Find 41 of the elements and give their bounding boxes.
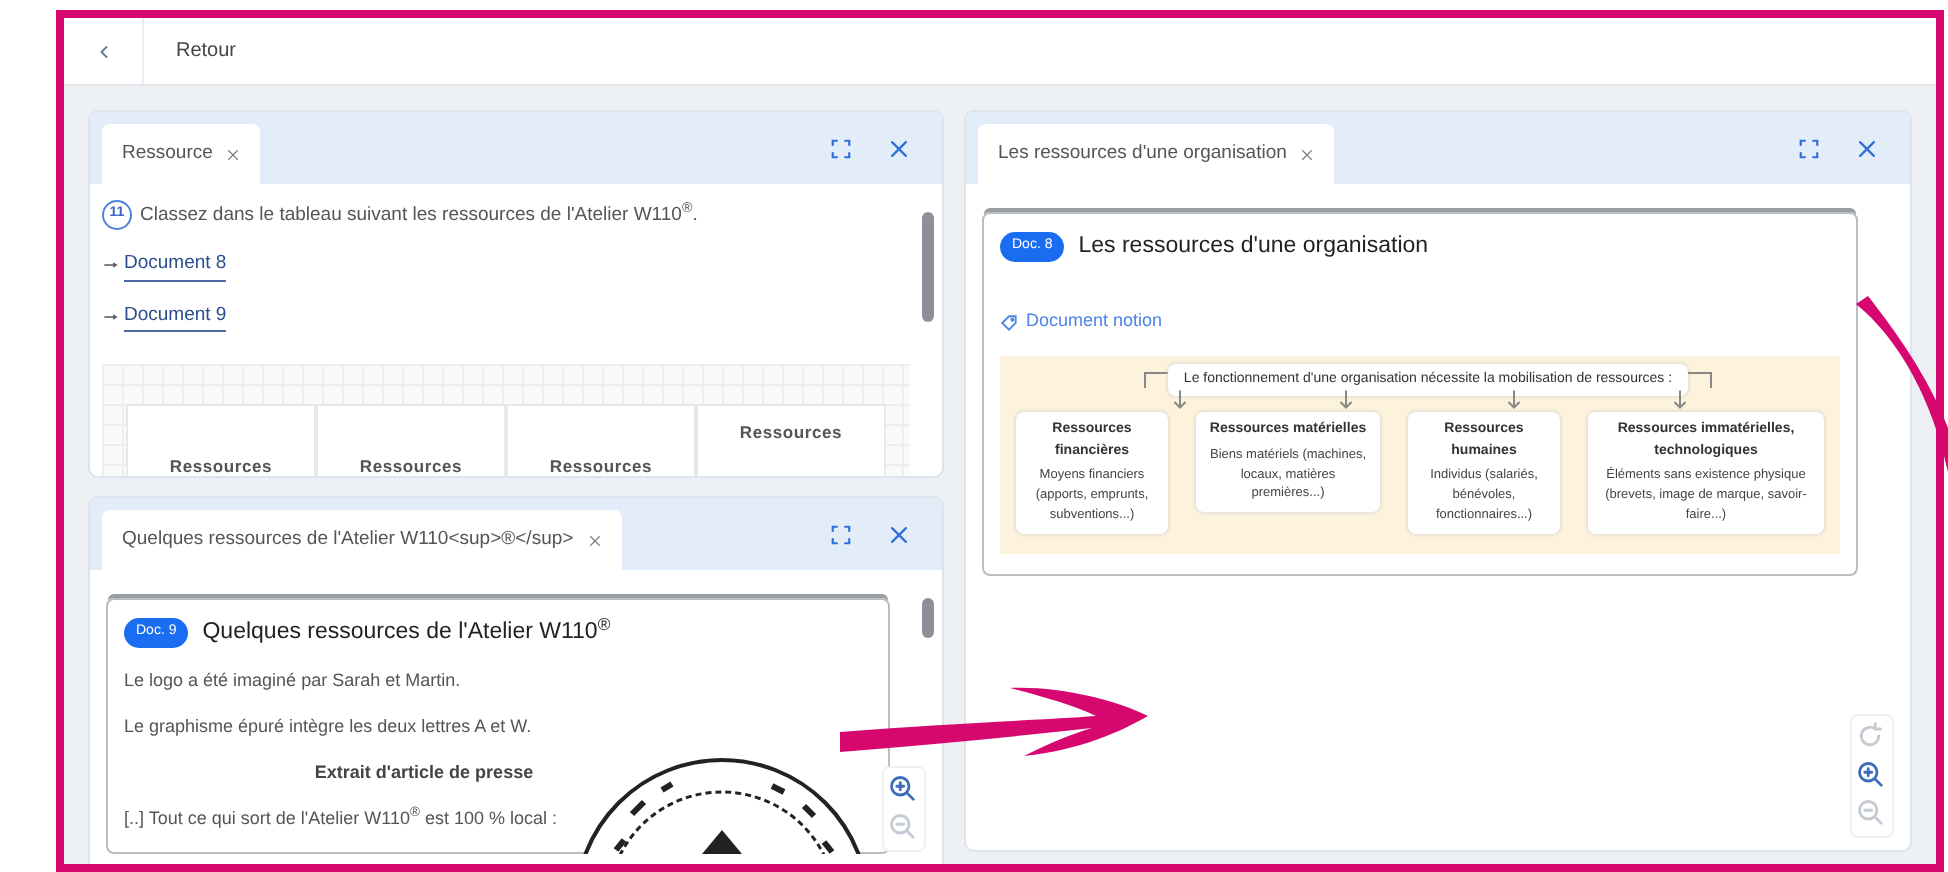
expand-icon[interactable] bbox=[830, 523, 852, 545]
table-header: Ressources bbox=[126, 403, 316, 476]
table-header: Ressources bbox=[316, 403, 506, 476]
zoom-out-icon bbox=[888, 812, 916, 840]
zoom-out-icon bbox=[1856, 798, 1884, 826]
down-arrow-icon bbox=[1336, 388, 1357, 413]
zoom-in-icon bbox=[888, 774, 916, 802]
arrow-icon bbox=[102, 258, 120, 273]
paragraph: [..] Tout ce qui sort de l'Atelier W110$^{®}$ est 100 % local : bbox=[124, 805, 559, 832]
close-icon[interactable] bbox=[888, 523, 910, 545]
expand-icon[interactable] bbox=[830, 137, 852, 159]
rotate-icon bbox=[1856, 722, 1884, 750]
back-label[interactable]: Retour bbox=[176, 36, 237, 66]
down-arrow-icon bbox=[1503, 388, 1524, 413]
paragraph: Le graphisme épuré intègre les deux lettres A et W. bbox=[124, 713, 534, 740]
close-icon[interactable] bbox=[587, 533, 602, 547]
table-header: Ressources bbox=[506, 403, 696, 476]
tab[interactable]: Ressource bbox=[102, 124, 261, 184]
close-icon[interactable] bbox=[226, 147, 241, 161]
close-icon[interactable] bbox=[888, 137, 910, 159]
notion-link[interactable]: Document notion bbox=[1000, 308, 1840, 336]
close-icon[interactable] bbox=[1856, 137, 1878, 159]
zoom-in-icon bbox=[1856, 760, 1884, 788]
document-link[interactable]: Document 9 bbox=[124, 301, 227, 332]
tag-icon bbox=[1000, 313, 1018, 331]
down-arrow-icon bbox=[1169, 388, 1190, 413]
question-text: Classez dans le tableau suivant les ressources de l'Atelier W110$^{®}$. bbox=[140, 204, 698, 226]
expand-icon[interactable] bbox=[1798, 137, 1820, 159]
table-header: Ressources bbox=[696, 403, 886, 476]
section-heading: Extrait d'article de presse bbox=[312, 760, 536, 787]
tab[interactable]: Les ressources d'une organisation bbox=[978, 124, 1335, 184]
paragraph: Le logo a été imaginé par Sarah et Martin. bbox=[124, 668, 463, 695]
document-title: Les ressources d'une organisation bbox=[1078, 232, 1429, 262]
zoom-in-button[interactable] bbox=[1856, 760, 1888, 792]
document-title: Quelques ressources de l'Atelier W110$^{®}$ bbox=[202, 616, 611, 648]
document-link[interactable]: Document 8 bbox=[124, 250, 227, 281]
zoom-in-button[interactable] bbox=[888, 774, 920, 806]
arrow-icon bbox=[102, 309, 120, 324]
down-arrow-icon bbox=[1670, 388, 1691, 413]
tab[interactable]: Quelques ressources de l'Atelier W110<sup>®</sup> bbox=[102, 510, 622, 570]
close-icon[interactable] bbox=[1300, 147, 1315, 161]
